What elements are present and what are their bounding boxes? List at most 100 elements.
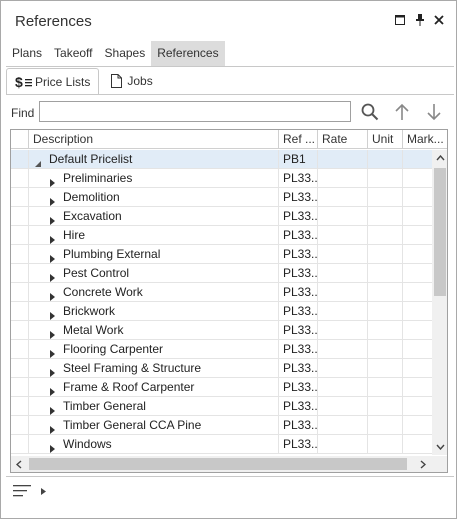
grid-header: Description Ref ... Rate Unit Mark... xyxy=(11,130,447,149)
row-description: Brickwork xyxy=(63,304,116,318)
row-indicator xyxy=(11,207,29,226)
tree-row[interactable]: Preliminaries PL33... xyxy=(11,169,437,188)
scroll-down-icon[interactable] xyxy=(434,441,446,453)
row-description-cell: Brickwork xyxy=(29,302,279,321)
row-indicator xyxy=(11,435,29,454)
tree-row[interactable]: Excavation PL33... xyxy=(11,207,437,226)
expand-arrow-icon[interactable] xyxy=(50,212,58,225)
collapse-arrow-icon[interactable] xyxy=(34,155,42,167)
find-next-icon[interactable] xyxy=(423,101,445,123)
expand-arrow-icon[interactable] xyxy=(50,250,58,263)
search-icon[interactable] xyxy=(359,101,381,123)
row-description-cell: Concrete Work xyxy=(29,283,279,302)
row-description-cell: Hire xyxy=(29,226,279,245)
tree-row[interactable]: Concrete Work PL33... xyxy=(11,283,437,302)
panel-titlebar: References xyxy=(1,1,456,39)
expand-arrow-icon[interactable] xyxy=(50,326,58,339)
row-description-cell: Windows xyxy=(29,435,279,454)
tree-row[interactable]: Timber General CCA Pine PL33... xyxy=(11,416,437,435)
expand-arrow-icon[interactable] xyxy=(41,487,46,495)
row-rate xyxy=(318,207,368,226)
tree-row[interactable]: Metal Work PL33... xyxy=(11,321,437,340)
expand-arrow-icon[interactable] xyxy=(50,231,58,244)
tree-row[interactable]: Steel Framing & Structure PL33... xyxy=(11,359,437,378)
expand-arrow-icon[interactable] xyxy=(50,193,58,206)
row-description: Steel Framing & Structure xyxy=(63,361,202,375)
row-ref: PL33... xyxy=(279,283,318,302)
tree-row[interactable]: Pest Control PL33... xyxy=(11,264,437,283)
row-description: Metal Work xyxy=(63,323,124,337)
tab-plans[interactable]: Plans xyxy=(6,41,48,66)
row-unit xyxy=(368,359,403,378)
row-ref: PL33... xyxy=(279,302,318,321)
row-rate xyxy=(318,416,368,435)
find-input[interactable] xyxy=(39,101,351,122)
column-description[interactable]: Description xyxy=(29,130,279,149)
tree-row[interactable]: Plumbing External PL33... xyxy=(11,245,437,264)
row-description: Timber General CCA Pine xyxy=(63,418,202,432)
scroll-right-icon[interactable] xyxy=(417,458,429,470)
tree-row[interactable]: Brickwork PL33... xyxy=(11,302,437,321)
expand-arrow-icon[interactable] xyxy=(50,364,58,377)
horizontal-scroll-thumb[interactable] xyxy=(29,458,407,470)
menu-lines-icon[interactable] xyxy=(13,485,31,497)
row-indicator xyxy=(11,378,29,397)
top-tab-strip: Plans Takeoff Shapes References xyxy=(6,41,225,66)
row-description: Frame & Roof Carpenter xyxy=(63,380,195,394)
row-indicator xyxy=(11,416,29,435)
bottom-divider xyxy=(6,476,454,477)
expand-arrow-icon[interactable] xyxy=(50,421,58,434)
expand-arrow-icon[interactable] xyxy=(50,383,58,396)
expand-arrow-icon[interactable] xyxy=(50,269,58,282)
tree-row[interactable]: Timber General PL33... xyxy=(11,397,437,416)
expand-arrow-icon[interactable] xyxy=(50,440,58,453)
panel-title: References xyxy=(15,13,92,30)
row-description: Demolition xyxy=(63,190,120,204)
tab-shapes[interactable]: Shapes xyxy=(99,41,152,66)
row-unit xyxy=(368,264,403,283)
close-icon[interactable] xyxy=(432,13,446,27)
expand-arrow-icon[interactable] xyxy=(50,288,58,301)
tree-row[interactable]: Flooring Carpenter PL33... xyxy=(11,340,437,359)
row-unit xyxy=(368,150,403,169)
tree-row[interactable]: Windows PL33... xyxy=(11,435,437,454)
row-description-cell: Excavation xyxy=(29,207,279,226)
vertical-scroll-thumb[interactable] xyxy=(434,168,446,296)
expand-arrow-icon[interactable] xyxy=(50,345,58,358)
tab-price-lists[interactable]: $ Price Lists xyxy=(6,68,100,94)
row-rate xyxy=(318,226,368,245)
row-ref: PL33... xyxy=(279,245,318,264)
tab-jobs-label: Jobs xyxy=(127,74,153,88)
row-rate xyxy=(318,340,368,359)
tree-row[interactable]: Frame & Roof Carpenter PL33... xyxy=(11,378,437,397)
column-rate[interactable]: Rate xyxy=(318,130,368,149)
row-unit xyxy=(368,302,403,321)
column-markup[interactable]: Mark... xyxy=(403,130,447,149)
tree-row[interactable]: Hire PL33... xyxy=(11,226,437,245)
row-ref: PL33... xyxy=(279,188,318,207)
tree-row-root[interactable]: Default Pricelist PB1 xyxy=(11,150,437,169)
row-description-cell: Demolition xyxy=(29,188,279,207)
expand-arrow-icon[interactable] xyxy=(50,402,58,415)
row-description: Timber General xyxy=(63,399,146,413)
horizontal-scrollbar[interactable] xyxy=(11,456,447,472)
vertical-scrollbar[interactable] xyxy=(432,150,447,455)
tab-jobs[interactable]: Jobs xyxy=(103,68,160,94)
pin-icon[interactable] xyxy=(413,13,427,27)
scroll-left-icon[interactable] xyxy=(13,458,25,470)
expand-arrow-icon[interactable] xyxy=(50,307,58,320)
price-list-grid: Description Ref ... Rate Unit Mark... De… xyxy=(10,129,448,473)
expand-arrow-icon[interactable] xyxy=(50,174,58,187)
tab-references[interactable]: References xyxy=(151,41,225,66)
scroll-up-icon[interactable] xyxy=(434,152,446,164)
row-description: Preliminaries xyxy=(63,171,133,185)
references-panel: References Plans Takeoff Shapes Referenc… xyxy=(0,0,457,519)
tree-row[interactable]: Demolition PL33... xyxy=(11,188,437,207)
maximize-icon[interactable] xyxy=(393,13,407,27)
tab-takeoff[interactable]: Takeoff xyxy=(48,41,98,66)
price-list-icon: $ xyxy=(15,75,33,89)
column-unit[interactable]: Unit xyxy=(368,130,403,149)
column-ref[interactable]: Ref ... xyxy=(279,130,318,149)
find-previous-icon[interactable] xyxy=(391,101,413,123)
row-rate xyxy=(318,264,368,283)
